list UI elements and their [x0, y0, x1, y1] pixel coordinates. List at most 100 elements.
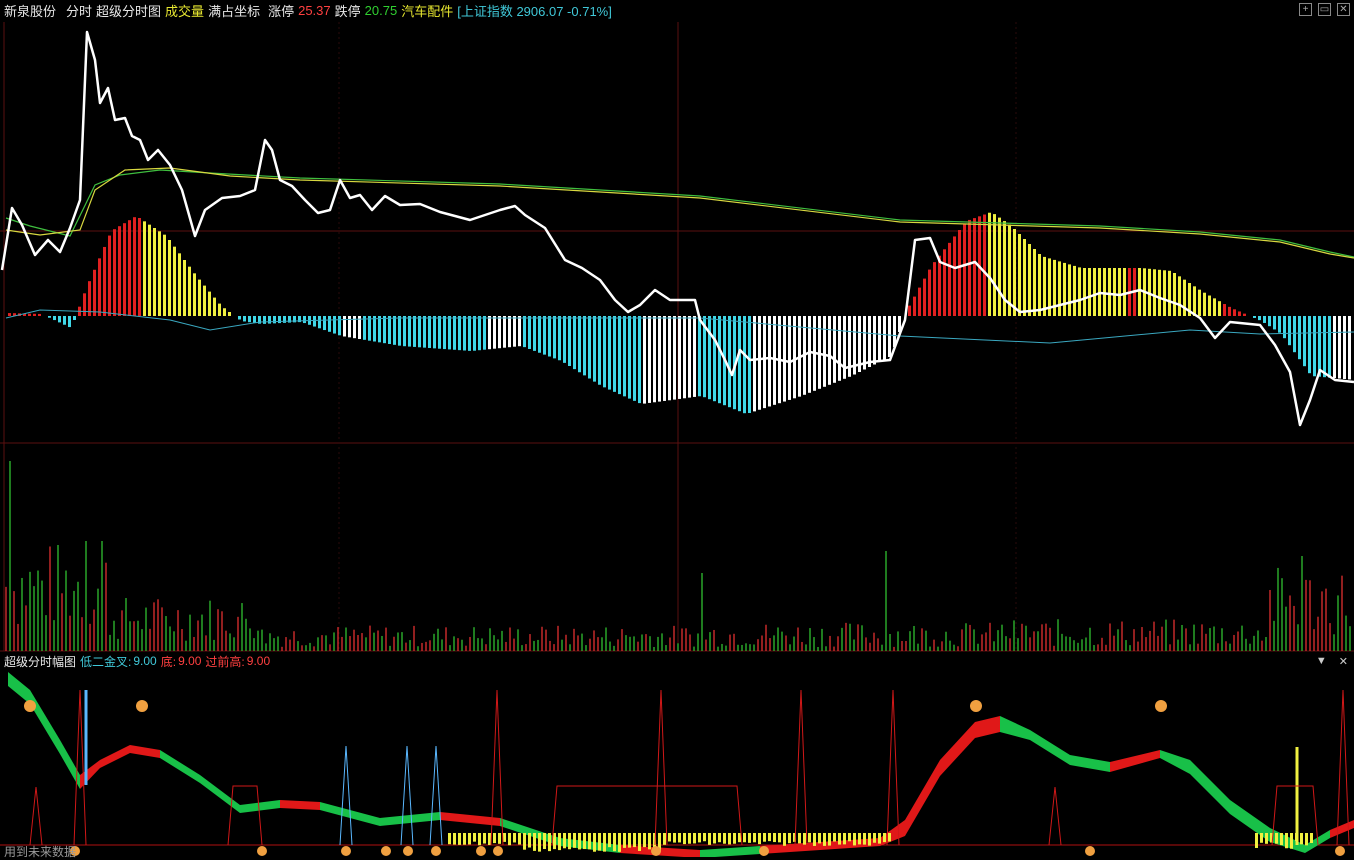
macd-bar: [313, 316, 316, 327]
macd-bar: [1273, 316, 1276, 330]
macd-bar: [1198, 289, 1201, 316]
macd-bar: [988, 212, 991, 316]
macd-bar: [328, 316, 331, 332]
macd-bar: [983, 214, 986, 316]
macd-bar: [1303, 316, 1306, 367]
macd-bar: [473, 316, 476, 351]
macd-bar: [543, 316, 546, 355]
macd-bar: [443, 316, 446, 350]
macd-bar: [823, 316, 826, 387]
macd-bar: [643, 316, 646, 404]
macd-bar: [533, 316, 536, 351]
macd-bar: [913, 296, 916, 316]
macd-bar: [658, 316, 661, 402]
macd-bar: [623, 316, 626, 397]
indicator-yellow-bar: [823, 833, 826, 846]
macd-bar: [403, 316, 406, 347]
indicator-yellow-bar: [1280, 833, 1283, 846]
macd-bar: [833, 316, 836, 383]
indicator-item3-label: 过前高:: [205, 654, 245, 669]
indicator-yellow-bar: [623, 833, 626, 848]
indicator-yellow-bar: [1290, 833, 1293, 849]
macd-bar: [48, 316, 51, 318]
macd-bar: [373, 316, 376, 342]
indicator-yellow-bar: [888, 833, 891, 842]
indicator-yellow-bar: [858, 833, 861, 845]
indicator-yellow-bar: [853, 833, 856, 846]
macd-bar: [993, 214, 996, 316]
indicator-yellow-bar: [788, 833, 791, 844]
macd-bar: [393, 316, 396, 345]
macd-bar: [218, 303, 221, 316]
macd-bar: [93, 269, 96, 316]
indicator-band: [1030, 730, 1070, 765]
macd-bar: [1278, 316, 1281, 333]
avg-line-green: [5, 169, 1354, 258]
macd-bar: [818, 316, 821, 389]
indicator-spike-red: [1048, 786, 1062, 846]
indicator-band: [1190, 760, 1230, 814]
macd-bar: [208, 291, 211, 316]
indicator-spike-blue: [400, 745, 414, 846]
indicator-yellow-bar: [668, 833, 671, 842]
dropdown-icon[interactable]: ▼: [1316, 655, 1327, 668]
macd-bar: [918, 287, 921, 316]
macd-bar: [38, 313, 41, 316]
macd-bar: [873, 316, 876, 365]
macd-bar: [1093, 268, 1096, 316]
macd-bar: [1238, 311, 1241, 316]
indicator-yellow-bar: [583, 833, 586, 850]
close-panel-icon[interactable]: ✕: [1339, 655, 1348, 668]
indicator-yellow-bar: [1275, 833, 1278, 844]
macd-bar: [1318, 316, 1321, 377]
macd-bar: [263, 316, 266, 324]
chart-canvas[interactable]: [0, 0, 1354, 857]
macd-bar: [783, 316, 786, 402]
indicator-yellow-bar: [498, 833, 501, 844]
indicator-yellow-bar: [473, 833, 476, 842]
macd-bar: [223, 308, 226, 316]
macd-bar: [228, 312, 231, 316]
macd-bar: [528, 316, 531, 349]
indicator-yellow-bar: [458, 833, 461, 845]
indicator-yellow-bar: [503, 833, 506, 842]
hand-icon: [381, 846, 391, 856]
macd-bar: [323, 316, 326, 331]
macd-bar: [83, 293, 86, 316]
indicator-yellow-bar: [753, 833, 756, 843]
macd-bar: [1113, 268, 1116, 316]
macd-bar: [63, 316, 66, 325]
macd-bar: [73, 316, 76, 320]
indicator-yellow-bar: [1310, 833, 1313, 843]
indicator-yellow-bar: [833, 833, 836, 842]
macd-bar: [553, 316, 556, 359]
macd-bar: [1183, 279, 1186, 316]
macd-bar: [8, 313, 11, 316]
macd-bar: [1178, 276, 1181, 316]
macd-bar: [728, 316, 731, 408]
macd-bar: [1218, 301, 1221, 316]
indicator-yellow-bar: [873, 833, 876, 843]
indicator-yellow-bar: [453, 833, 456, 845]
macd-bar: [153, 228, 156, 316]
macd-bar: [1038, 254, 1041, 316]
macd-bar: [178, 253, 181, 316]
indicator-yellow-bar: [713, 833, 716, 844]
macd-bar: [933, 262, 936, 316]
macd-bar: [148, 224, 151, 316]
indicator-yellow-bar: [588, 833, 591, 850]
indicator-yellow-bar: [603, 833, 606, 852]
indicator-name[interactable]: 超级分时幅图: [4, 653, 76, 670]
macd-bar: [163, 234, 166, 316]
macd-bar: [183, 260, 186, 316]
macd-bar: [948, 242, 951, 316]
macd-bar: [433, 316, 436, 349]
macd-bar: [1288, 316, 1291, 346]
indicator-yellow-bar: [768, 833, 771, 842]
macd-bar: [1123, 268, 1126, 316]
macd-bar: [123, 223, 126, 316]
indicator-item2-value: 9.00: [178, 654, 202, 668]
indicator-yellow-bar: [1265, 833, 1268, 844]
macd-bar: [418, 316, 421, 348]
indicator-yellow-bar: [773, 833, 776, 843]
